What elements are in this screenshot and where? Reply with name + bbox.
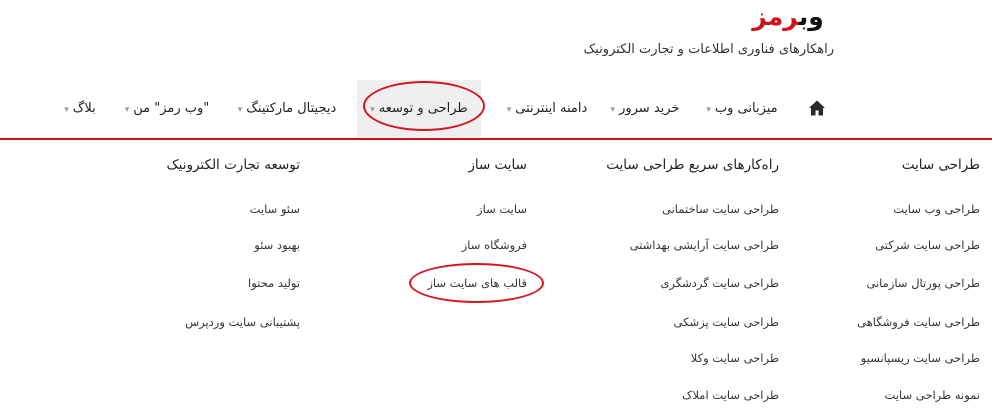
menu-link[interactable]: تولید محتوا xyxy=(248,276,300,290)
menu-link[interactable]: سایت ساز xyxy=(477,202,527,216)
menu-column-ecommerce: توسعه تجارت الکترونیک سئو سایت بهبود سئو… xyxy=(130,140,300,419)
nav-item-my-webramz[interactable]: "وب رمز" من▾ xyxy=(115,80,219,138)
menu-link[interactable]: طراحی سایت شرکتی xyxy=(875,238,980,252)
main-nav: میزبانی وب▾ خرید سرور▾ دامنه اینترنتی▾ ط… xyxy=(0,80,992,138)
menu-link[interactable]: طراحی سایت ریسپانسیو xyxy=(861,351,980,365)
menu-column-title: طراحی سایت xyxy=(901,157,980,173)
nav-label: بلاگ xyxy=(72,101,96,116)
menu-link[interactable]: طراحی وب سایت xyxy=(893,202,980,216)
chevron-down-icon: ▾ xyxy=(237,105,243,115)
chevron-down-icon: ▾ xyxy=(124,105,130,115)
menu-link[interactable]: طراحی سایت آرایشی بهداشتی xyxy=(630,238,779,252)
menu-link[interactable]: طراحی سایت وکلا xyxy=(691,351,779,365)
menu-column-site-builder: سایت ساز سایت ساز فروشگاه ساز قالب های س… xyxy=(397,140,527,419)
home-icon[interactable] xyxy=(808,99,826,117)
menu-column-title: راه‌کارهای سریع طراحی سایت xyxy=(606,157,779,173)
menu-link[interactable]: بهبود سئو xyxy=(254,238,300,252)
menu-link[interactable]: نمونه طراحی سایت xyxy=(885,388,981,402)
menu-link[interactable]: طراحی سایت گردشگری xyxy=(660,276,779,290)
nav-item-server[interactable]: خرید سرور▾ xyxy=(600,80,690,138)
menu-column-title: توسعه تجارت الکترونیک xyxy=(166,157,300,173)
menu-column-quick-solutions: راه‌کارهای سریع طراحی سایت طراحی سایت سا… xyxy=(579,140,779,419)
nav-item-design-development[interactable]: طراحی و توسعه▾ xyxy=(357,80,481,138)
nav-label: طراحی و توسعه xyxy=(378,101,468,116)
menu-link[interactable]: سئو سایت xyxy=(250,202,300,216)
menu-link[interactable]: پشتیبانی سایت وردپرس xyxy=(185,315,300,329)
logo-text-b: رمز xyxy=(752,2,799,31)
nav-item-hosting[interactable]: میزبانی وب▾ xyxy=(697,80,787,138)
nav-item-digital-marketing[interactable]: دیجیتال مارکتینگ▾ xyxy=(222,80,352,138)
nav-item-domain[interactable]: دامنه اینترنتی▾ xyxy=(498,80,596,138)
nav-label: میزبانی وب xyxy=(714,101,778,116)
nav-label: "وب رمز" من xyxy=(133,101,210,116)
nav-item-blog[interactable]: بلاگ▾ xyxy=(50,80,110,138)
chevron-down-icon: ▾ xyxy=(610,105,616,115)
chevron-down-icon: ▾ xyxy=(64,105,69,115)
menu-link[interactable]: طراحی سایت پزشکی xyxy=(674,315,779,329)
chevron-down-icon: ▾ xyxy=(370,105,375,115)
logo-text-a: وب xyxy=(798,2,824,31)
site-tagline: راهکارهای فناوری اطلاعات و تجارت الکترون… xyxy=(583,42,834,57)
chevron-down-icon: ▾ xyxy=(706,105,711,115)
menu-link-site-builder-templates[interactable]: قالب های سایت ساز xyxy=(427,276,527,290)
nav-label: خرید سرور xyxy=(619,101,680,116)
logo[interactable]: وبرمز xyxy=(740,2,836,32)
menu-link[interactable]: طراحی سایت املاک xyxy=(682,388,779,402)
nav-label: دامنه اینترنتی xyxy=(515,101,588,116)
chevron-down-icon: ▾ xyxy=(506,105,512,115)
menu-link[interactable]: فروشگاه ساز xyxy=(462,238,527,252)
menu-column-title: سایت ساز xyxy=(468,157,527,173)
menu-link[interactable]: طراحی سایت ساختمانی xyxy=(662,202,779,216)
menu-link[interactable]: طراحی پورتال سازمانی xyxy=(866,276,980,290)
menu-link[interactable]: طراحی سایت فروشگاهی xyxy=(857,315,980,329)
menu-column-web-design: طراحی سایت طراحی وب سایت طراحی سایت شرکت… xyxy=(830,140,980,419)
nav-label: دیجیتال مارکتینگ xyxy=(246,101,337,116)
